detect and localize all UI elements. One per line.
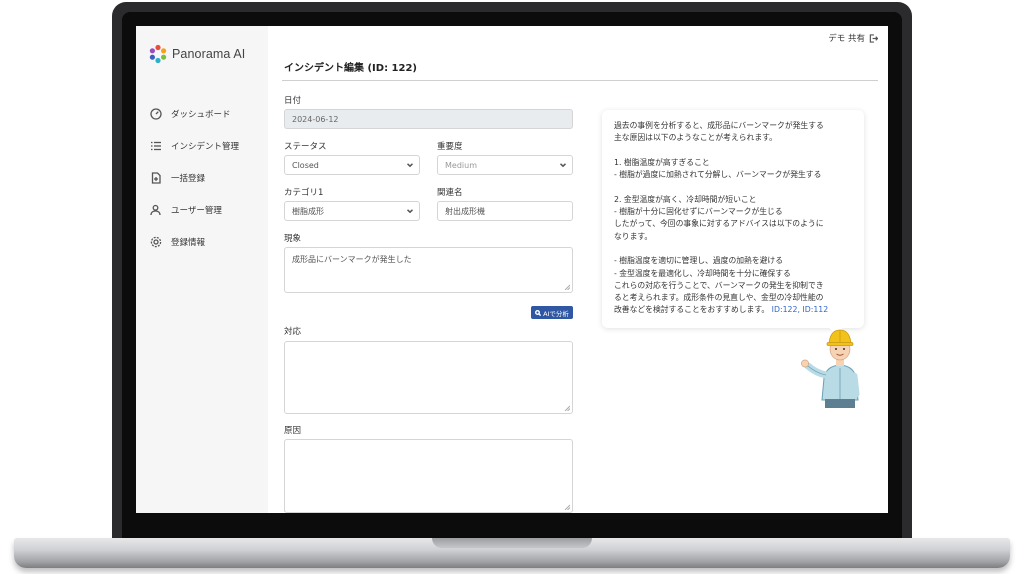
resize-grip-icon[interactable] — [564, 405, 570, 411]
category1-select[interactable]: 樹脂成形 — [284, 201, 420, 221]
title-divider — [282, 80, 878, 81]
ai-analyze-label: AIで分析 — [543, 309, 569, 318]
file-plus-icon — [151, 172, 161, 184]
category1-value: 樹脂成形 — [292, 207, 324, 216]
advice-line: - 樹脂温度を適切に管理し、過度の加熱を避ける — [614, 256, 784, 266]
advice-last-line: 改善などを検討することをおすすめします。 — [614, 305, 770, 315]
ai-analyze-button[interactable]: AIで分析 — [531, 306, 573, 319]
sidebar: Panorama AI ダッシュボード インシデント管理 一括登録 ユーザー管理… — [136, 26, 268, 513]
advice-line: 改善などを検討することをおすすめします。 ID:122, ID:112 — [614, 304, 852, 316]
share-label: デモ 共有 — [828, 34, 865, 44]
advice-line — [614, 243, 852, 255]
date-value: 2024-06-12 — [292, 115, 339, 124]
laptop-notch — [432, 538, 592, 548]
response-label: 対応 — [284, 327, 302, 337]
user-icon — [150, 204, 161, 216]
related-value: 射出成形機 — [445, 207, 485, 216]
cause-textarea[interactable] — [284, 439, 573, 513]
sidebar-item-bulk-register[interactable]: 一括登録 — [150, 162, 239, 194]
sidebar-item-label: 登録情報 — [171, 238, 206, 248]
date-field: 2024-06-12 — [284, 109, 573, 129]
sidebar-item-incidents[interactable]: インシデント管理 — [150, 130, 239, 162]
related-input[interactable]: 射出成形機 — [437, 201, 573, 221]
advice-line: - 樹脂が十分に固化せずにバーンマークが生じる — [614, 207, 783, 217]
status-select[interactable]: Closed — [284, 155, 420, 175]
page-title: インシデント編集 (ID: 122) — [284, 63, 417, 74]
cause-label: 原因 — [284, 426, 302, 436]
sidebar-item-label: インシデント管理 — [171, 142, 240, 152]
severity-select[interactable]: Medium — [437, 155, 573, 175]
advice-line — [614, 181, 852, 193]
resize-grip-icon[interactable] — [564, 504, 570, 510]
response-textarea[interactable] — [284, 341, 573, 414]
sidebar-item-label: ユーザー管理 — [171, 206, 222, 216]
status-label: ステータス — [284, 142, 327, 152]
search-icon — [535, 309, 542, 316]
chevron-down-icon — [407, 162, 413, 168]
chevron-down-icon — [407, 208, 413, 214]
sidebar-nav: ダッシュボード インシデント管理 一括登録 ユーザー管理 登録情報 — [150, 98, 239, 258]
share-button[interactable]: デモ 共有 — [828, 32, 878, 44]
sidebar-item-registration[interactable]: 登録情報 — [150, 226, 239, 258]
chevron-down-icon — [560, 162, 566, 168]
advice-line: なります。 — [614, 231, 653, 241]
sidebar-item-dashboard[interactable]: ダッシュボード — [150, 98, 239, 130]
phenomenon-textarea[interactable]: 成形品にバーンマークが発生した — [284, 247, 573, 293]
advice-line — [614, 145, 852, 157]
severity-value: Medium — [445, 161, 477, 170]
phenomenon-value: 成形品にバーンマークが発生した — [292, 255, 412, 264]
advice-line: したがって、今回の事象に対するアドバイスは以下のように — [614, 219, 824, 229]
advice-line: 過去の事例を分析すると、成形品にバーンマークが発生する — [614, 121, 824, 130]
panorama-logo-icon — [149, 44, 167, 64]
app-logo[interactable]: Panorama AI — [148, 44, 245, 64]
main-content: デモ 共有 インシデント編集 (ID: 122) 日付 2024-06-12 ス… — [268, 26, 888, 513]
advice-line: - 樹脂が過度に加熱されて分解し、バーンマークが発生する — [614, 170, 822, 180]
gauge-icon — [150, 108, 162, 120]
app-screen: Panorama AI ダッシュボード インシデント管理 一括登録 ユーザー管理… — [136, 26, 888, 513]
category1-label: カテゴリ1 — [284, 188, 324, 198]
list-icon — [151, 141, 161, 151]
advice-line: ると考えられます。成形条件の見直しや、金型の冷却性能の — [614, 293, 824, 303]
logout-icon — [869, 33, 878, 43]
advice-line: 2. 金型温度が高く、冷却時間が短いこと — [614, 194, 757, 204]
advice-line: - 金型温度を最適化し、冷却時間を十分に確保する — [614, 268, 791, 278]
ai-advice-bubble: 過去の事例を分析すると、成形品にバーンマークが発生する 主な原因は以下のようなこ… — [602, 110, 864, 328]
app-name: Panorama AI — [172, 47, 246, 61]
severity-label: 重要度 — [437, 142, 463, 152]
status-value: Closed — [292, 161, 319, 170]
sidebar-item-users[interactable]: ユーザー管理 — [150, 194, 239, 226]
reference-links[interactable]: ID:122, ID:112 — [772, 305, 829, 314]
worker-illustration-icon — [801, 329, 860, 408]
advice-line: 主な原因は以下のようなことが考えられます。 — [614, 133, 777, 143]
advice-line: これらの対応を行うことで、バーンマークの発生を抑制でき — [614, 280, 824, 290]
sidebar-item-label: ダッシュボード — [171, 110, 231, 120]
sidebar-item-label: 一括登録 — [171, 174, 206, 184]
advice-line: 1. 樹脂温度が高すぎること — [614, 157, 710, 167]
related-label: 関連名 — [437, 188, 463, 198]
phenomenon-label: 現象 — [284, 234, 302, 244]
gear-icon — [150, 236, 162, 248]
date-label: 日付 — [284, 96, 302, 106]
resize-grip-icon[interactable] — [564, 284, 570, 290]
